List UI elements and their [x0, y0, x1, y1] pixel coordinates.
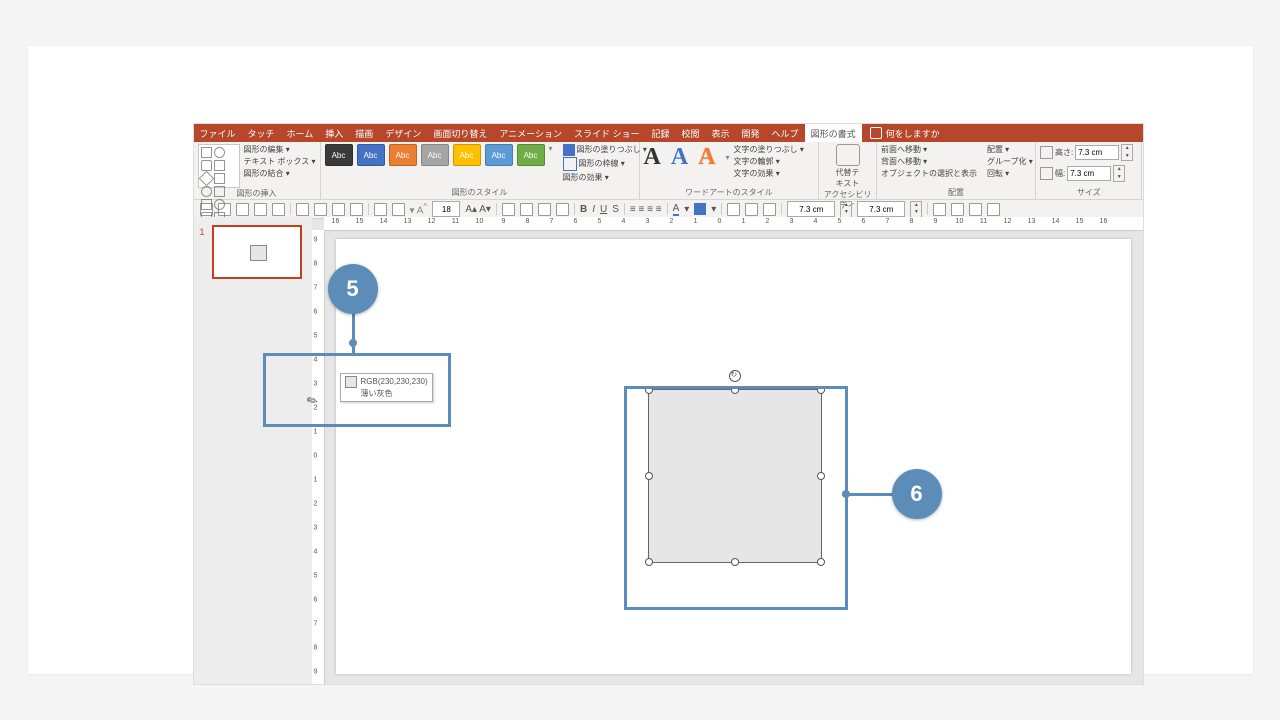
- slide-thumbnail-1[interactable]: [212, 225, 302, 279]
- style-chip[interactable]: Abc: [421, 144, 449, 166]
- selection-pane-button[interactable]: オブジェクトの選択と表示: [881, 168, 977, 179]
- tab-校閲[interactable]: 校閲: [676, 124, 706, 142]
- qat-icon[interactable]: [951, 203, 964, 216]
- group-menu[interactable]: グループ化 ▾: [987, 156, 1033, 167]
- height-spinner[interactable]: ▲▼: [1121, 144, 1133, 161]
- qat-icon[interactable]: [374, 203, 387, 216]
- callout-connector: [352, 313, 355, 353]
- tab-アニメーション[interactable]: アニメーション: [493, 124, 568, 142]
- qat-icon[interactable]: [763, 203, 776, 216]
- ruler-vertical: 9876543210123456789: [312, 230, 325, 684]
- tab-ヘルプ[interactable]: ヘルプ: [766, 124, 805, 142]
- callout-dot: [349, 339, 357, 347]
- group-label-arrange: 配置: [881, 187, 1031, 199]
- tab-表示[interactable]: 表示: [706, 124, 736, 142]
- merge-shapes-menu[interactable]: 図形の結合 ▾: [244, 168, 316, 179]
- shape-styles-gallery[interactable]: AbcAbcAbcAbcAbcAbcAbc: [325, 144, 545, 166]
- color-tooltip: RGB(230,230,230) 薄い灰色: [340, 373, 433, 402]
- qat-icon[interactable]: [933, 203, 946, 216]
- ribbon: 図形の編集 ▾ テキスト ボックス ▾ 図形の結合 ▾ 図形の挿入 AbcAbc…: [194, 142, 1143, 200]
- tab-デザイン[interactable]: デザイン: [379, 124, 427, 142]
- qat-icon[interactable]: [350, 203, 363, 216]
- qat-icon[interactable]: [538, 203, 551, 216]
- tab-スライド ショー[interactable]: スライド ショー: [568, 124, 646, 142]
- align-menu[interactable]: 配置 ▾: [987, 144, 1033, 155]
- tab-挿入[interactable]: 挿入: [319, 124, 349, 142]
- tab-開発[interactable]: 開発: [736, 124, 766, 142]
- qat-icon[interactable]: [745, 203, 758, 216]
- height-input-row: 高さ: ▲▼: [1040, 144, 1133, 161]
- height-input[interactable]: [1075, 145, 1119, 160]
- edit-shape-menu[interactable]: 図形の編集 ▾: [244, 144, 316, 155]
- posy-spinner[interactable]: ▲▼: [910, 201, 922, 218]
- rotate-menu[interactable]: 回転 ▾: [987, 168, 1033, 179]
- qat-icon[interactable]: [236, 203, 249, 216]
- style-chip[interactable]: Abc: [453, 144, 481, 166]
- shape-fill-menu[interactable]: 図形の塗りつぶし ▾: [563, 144, 647, 156]
- slide-number: 1: [200, 227, 205, 237]
- width-spinner[interactable]: ▲▼: [1113, 165, 1125, 182]
- style-chip[interactable]: Abc: [357, 144, 385, 166]
- textbox-menu[interactable]: テキスト ボックス ▾: [244, 156, 316, 167]
- send-backward-menu[interactable]: 背面へ移動 ▾: [881, 156, 977, 167]
- font-color-button[interactable]: A: [673, 203, 680, 216]
- group-label-wordart: ワードアートのスタイル: [644, 187, 815, 199]
- tab-ファイル[interactable]: ファイル: [194, 124, 242, 142]
- callout-box-6: [624, 386, 848, 610]
- wordart-gallery[interactable]: A A A ▾: [644, 144, 730, 171]
- font-size-input[interactable]: [432, 201, 460, 217]
- text-effects-menu[interactable]: 文字の効果 ▾: [734, 168, 804, 179]
- style-chip[interactable]: Abc: [389, 144, 417, 166]
- qat-icon[interactable]: [727, 203, 740, 216]
- qat-icon[interactable]: [392, 203, 405, 216]
- group-label-styles: 図形のスタイル: [325, 187, 635, 199]
- pos-y-input[interactable]: [857, 201, 905, 217]
- tab-ホーム[interactable]: ホーム: [281, 124, 320, 142]
- style-chip[interactable]: Abc: [517, 144, 545, 166]
- tab-画面切り替え[interactable]: 画面切り替え: [427, 124, 493, 142]
- posx-spinner[interactable]: ▲▼: [840, 201, 852, 218]
- style-chip[interactable]: Abc: [485, 144, 513, 166]
- rotate-handle[interactable]: [729, 370, 741, 382]
- style-chip[interactable]: Abc: [325, 144, 353, 166]
- tab-描画[interactable]: 描画: [349, 124, 379, 142]
- ruler-horizontal: 1615141312111098765432101234567891011121…: [324, 217, 1143, 231]
- pos-x-input[interactable]: [787, 201, 835, 217]
- qat-icon[interactable]: [272, 203, 285, 216]
- tab-タッチ[interactable]: タッチ: [242, 124, 281, 142]
- width-input[interactable]: [1067, 166, 1111, 181]
- shape-gallery[interactable]: [198, 144, 240, 188]
- fill-color-button[interactable]: [694, 203, 706, 215]
- text-fill-menu[interactable]: 文字の塗りつぶし ▾: [734, 144, 804, 155]
- tab-図形の書式[interactable]: 図形の書式: [805, 124, 862, 142]
- width-input-row: 幅: ▲▼: [1040, 165, 1133, 182]
- slide-thumbnails-pane: 1: [194, 217, 312, 684]
- text-outline-menu[interactable]: 文字の輪郭 ▾: [734, 156, 804, 167]
- qat-icon[interactable]: [254, 203, 267, 216]
- bring-forward-menu[interactable]: 前面へ移動 ▾: [881, 144, 977, 155]
- shape-effects-menu[interactable]: 図形の効果 ▾: [563, 172, 647, 183]
- callout-badge-6: 6: [892, 469, 942, 519]
- callout-dot: [842, 490, 850, 498]
- ribbon-tabs: ファイルタッチホーム挿入描画デザイン画面切り替えアニメーションスライド ショー記…: [194, 124, 1143, 142]
- qat-icon[interactable]: [332, 203, 345, 216]
- qat-icon[interactable]: [296, 203, 309, 216]
- group-label-size: サイズ: [1040, 187, 1138, 199]
- shape-outline-menu[interactable]: 図形の枠線 ▾: [563, 157, 647, 171]
- tell-me-search[interactable]: 何をしますか: [862, 124, 940, 142]
- qat-icon[interactable]: [556, 203, 569, 216]
- qat-icon[interactable]: [520, 203, 533, 216]
- qat-icon[interactable]: [969, 203, 982, 216]
- callout-badge-5: 5: [328, 264, 378, 314]
- qat-icon[interactable]: [987, 203, 1000, 216]
- alt-text-button[interactable]: 代替テキスト: [834, 144, 862, 189]
- tab-記録[interactable]: 記録: [645, 124, 675, 142]
- qat-icon[interactable]: [502, 203, 515, 216]
- qat-icon[interactable]: [314, 203, 327, 216]
